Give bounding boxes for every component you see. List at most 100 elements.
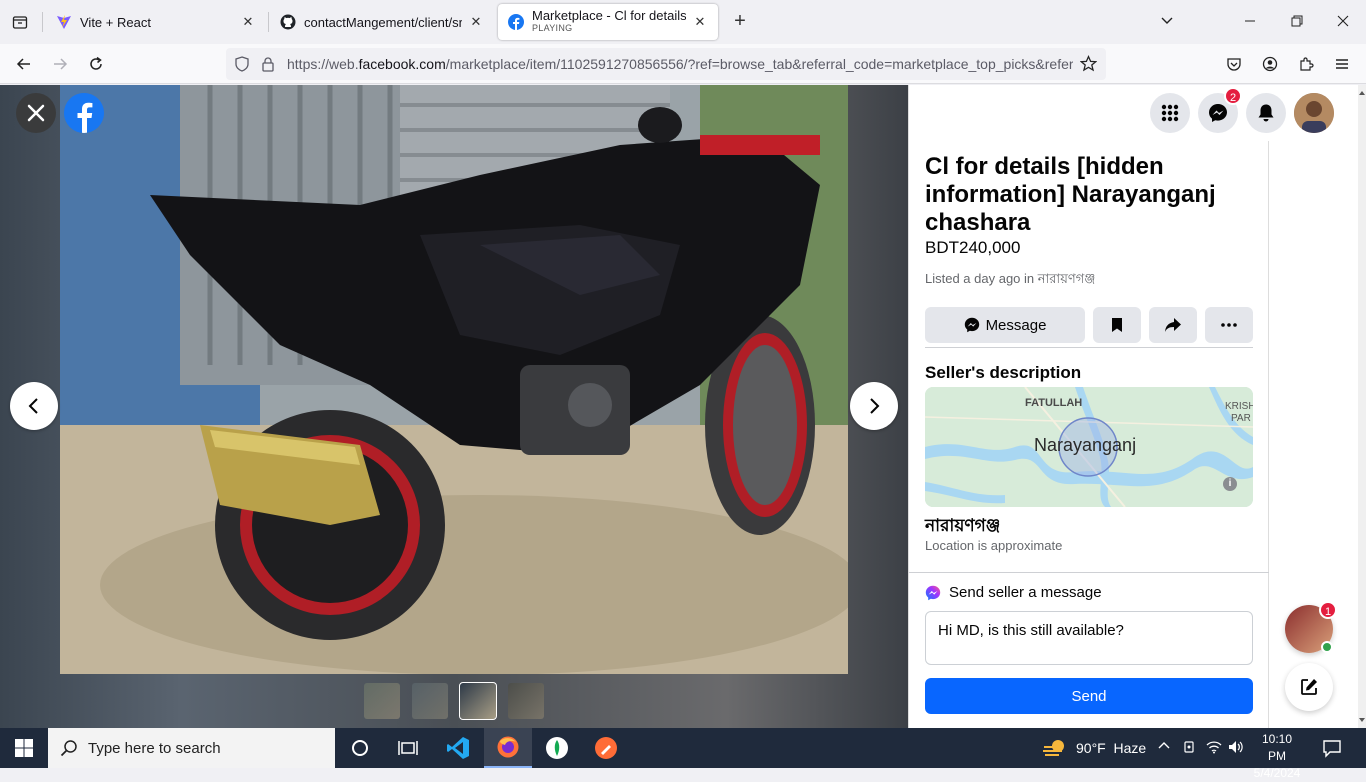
tab-title: contactMangement/client/src/ xyxy=(304,14,462,30)
new-tab-icon[interactable]: + xyxy=(728,10,752,34)
share-icon xyxy=(1165,318,1181,332)
tab-github[interactable]: contactMangement/client/src/ ✕ xyxy=(270,4,494,40)
thumbnail[interactable] xyxy=(508,683,544,719)
close-tab-icon[interactable]: ✕ xyxy=(468,14,484,30)
facebook-logo[interactable] xyxy=(64,93,104,133)
listed-info: Listed a day ago in নারায়ণগঞ্জ xyxy=(925,270,1095,291)
menu-icon[interactable] xyxy=(1330,52,1354,76)
facebook-icon xyxy=(64,93,104,133)
tab-strip: Vite + React ✕ contactMangement/client/s… xyxy=(0,0,1366,44)
tab-list-icon[interactable] xyxy=(8,10,32,34)
divider xyxy=(909,572,1269,573)
windows-start-icon[interactable] xyxy=(14,738,34,758)
close-tab-icon[interactable]: ✕ xyxy=(240,14,256,30)
map-label-east-2: PAR xyxy=(1231,413,1251,424)
tracking-protection-icon[interactable] xyxy=(234,56,250,77)
message-button[interactable]: Message xyxy=(925,307,1085,343)
previous-image-button[interactable] xyxy=(10,382,58,430)
notifications-button[interactable] xyxy=(1246,93,1286,133)
tab-vite-react[interactable]: Vite + React ✕ xyxy=(46,4,266,40)
new-message-button[interactable] xyxy=(1285,663,1333,711)
vscode-icon[interactable] xyxy=(434,728,482,768)
list-all-tabs-icon[interactable] xyxy=(1155,10,1179,34)
url-text[interactable]: https://web.facebook.com/marketplace/ite… xyxy=(287,56,1073,72)
facebook-icon xyxy=(508,14,524,30)
seller-message-input[interactable]: Hi MD, is this still available? xyxy=(925,611,1253,665)
notification-center-icon[interactable] xyxy=(1322,738,1342,763)
image-viewer xyxy=(0,85,908,728)
thumbnail-active[interactable] xyxy=(459,682,497,720)
firefox-icon[interactable] xyxy=(484,728,532,768)
grid-menu-icon xyxy=(1161,104,1179,122)
reload-icon[interactable] xyxy=(84,52,108,76)
listed-location-link[interactable]: নারায়ণগঞ্জ xyxy=(1038,271,1096,286)
divider xyxy=(925,347,1253,348)
profile-avatar[interactable] xyxy=(1294,93,1334,133)
lock-icon[interactable] xyxy=(261,56,275,77)
tab-title: Vite + React xyxy=(80,14,151,30)
back-icon[interactable] xyxy=(12,52,36,76)
taskbar-clock[interactable]: 10:10 PM 5/4/2024 xyxy=(1252,731,1302,782)
restore-icon[interactable] xyxy=(1285,10,1309,34)
extensions-icon[interactable] xyxy=(1294,52,1318,76)
messenger-button[interactable]: 2 xyxy=(1198,87,1242,133)
tab-title-group: Marketplace - Cl for details [hid PLAYIN… xyxy=(532,9,686,35)
bookmark-star-icon[interactable] xyxy=(1079,55,1098,77)
bookmark-icon xyxy=(1112,318,1122,332)
forward-icon[interactable] xyxy=(48,52,72,76)
tab-separator xyxy=(42,12,43,32)
wifi-icon[interactable] xyxy=(1206,740,1222,757)
send-message-heading: Send seller a message xyxy=(925,584,1102,601)
taskbar-search[interactable]: Type here to search xyxy=(48,728,335,768)
menu-button[interactable] xyxy=(1150,93,1190,133)
listing-details: Cl for details [hidden information] Nara… xyxy=(909,141,1269,728)
thumbnail[interactable] xyxy=(364,683,400,719)
next-image-button[interactable] xyxy=(850,382,898,430)
github-icon xyxy=(280,14,296,30)
compose-icon xyxy=(1301,679,1317,695)
location-map[interactable]: FATULLAH Narayanganj KRISH PAR i xyxy=(925,387,1253,507)
mongodb-compass-icon[interactable] xyxy=(533,728,581,768)
account-icon[interactable] xyxy=(1258,52,1282,76)
message-label: Message xyxy=(985,316,1047,334)
chevron-right-icon xyxy=(870,398,880,414)
url-prefix: https://web. xyxy=(287,56,359,72)
device-icon[interactable] xyxy=(1182,740,1196,757)
save-button[interactable] xyxy=(1093,307,1141,343)
map-info-icon[interactable]: i xyxy=(1223,477,1237,491)
tab-marketplace[interactable]: Marketplace - Cl for details [hid PLAYIN… xyxy=(498,4,718,40)
close-icon xyxy=(27,104,45,122)
listing-title: Cl for details [hidden information] Nara… xyxy=(925,153,1216,236)
scroll-up-icon[interactable] xyxy=(1358,89,1366,97)
page-scrollbar[interactable] xyxy=(1358,85,1366,728)
show-hidden-icons[interactable] xyxy=(1158,740,1170,755)
task-view-icon[interactable] xyxy=(384,728,432,768)
send-heading-text: Send seller a message xyxy=(949,584,1102,601)
motorcycle-photo xyxy=(60,85,848,674)
cortana-icon[interactable] xyxy=(336,728,384,768)
pocket-icon[interactable] xyxy=(1222,52,1246,76)
chat-head-avatar[interactable]: 1 xyxy=(1285,601,1337,653)
close-tab-icon[interactable]: ✕ xyxy=(692,14,708,30)
close-viewer-button[interactable] xyxy=(16,93,56,133)
tab-playing-label: PLAYING xyxy=(532,23,573,33)
url-domain: facebook.com xyxy=(358,56,446,72)
listing-price: BDT240,000 xyxy=(925,238,1021,257)
thumbnail[interactable] xyxy=(412,683,448,719)
share-button[interactable] xyxy=(1149,307,1197,343)
map-label-city: Narayanganj xyxy=(1034,435,1137,455)
more-options-button[interactable] xyxy=(1205,307,1253,343)
weather-widget[interactable]: 90°F Haze xyxy=(1042,728,1146,768)
chevron-left-icon xyxy=(28,398,38,414)
listing-photo xyxy=(60,85,848,674)
send-button[interactable]: Send xyxy=(925,678,1253,714)
url-path: /marketplace/item/1102591270856556/?ref=… xyxy=(445,56,1073,72)
postman-icon[interactable] xyxy=(582,728,630,768)
scroll-down-icon[interactable] xyxy=(1358,716,1366,724)
url-bar[interactable]: https://web.facebook.com/marketplace/ite… xyxy=(226,48,1106,80)
minimize-icon[interactable] xyxy=(1238,10,1262,34)
messenger-badge: 2 xyxy=(1224,87,1242,105)
volume-icon[interactable] xyxy=(1228,740,1244,757)
close-window-icon[interactable] xyxy=(1331,10,1355,34)
haze-weather-icon xyxy=(1043,740,1064,756)
